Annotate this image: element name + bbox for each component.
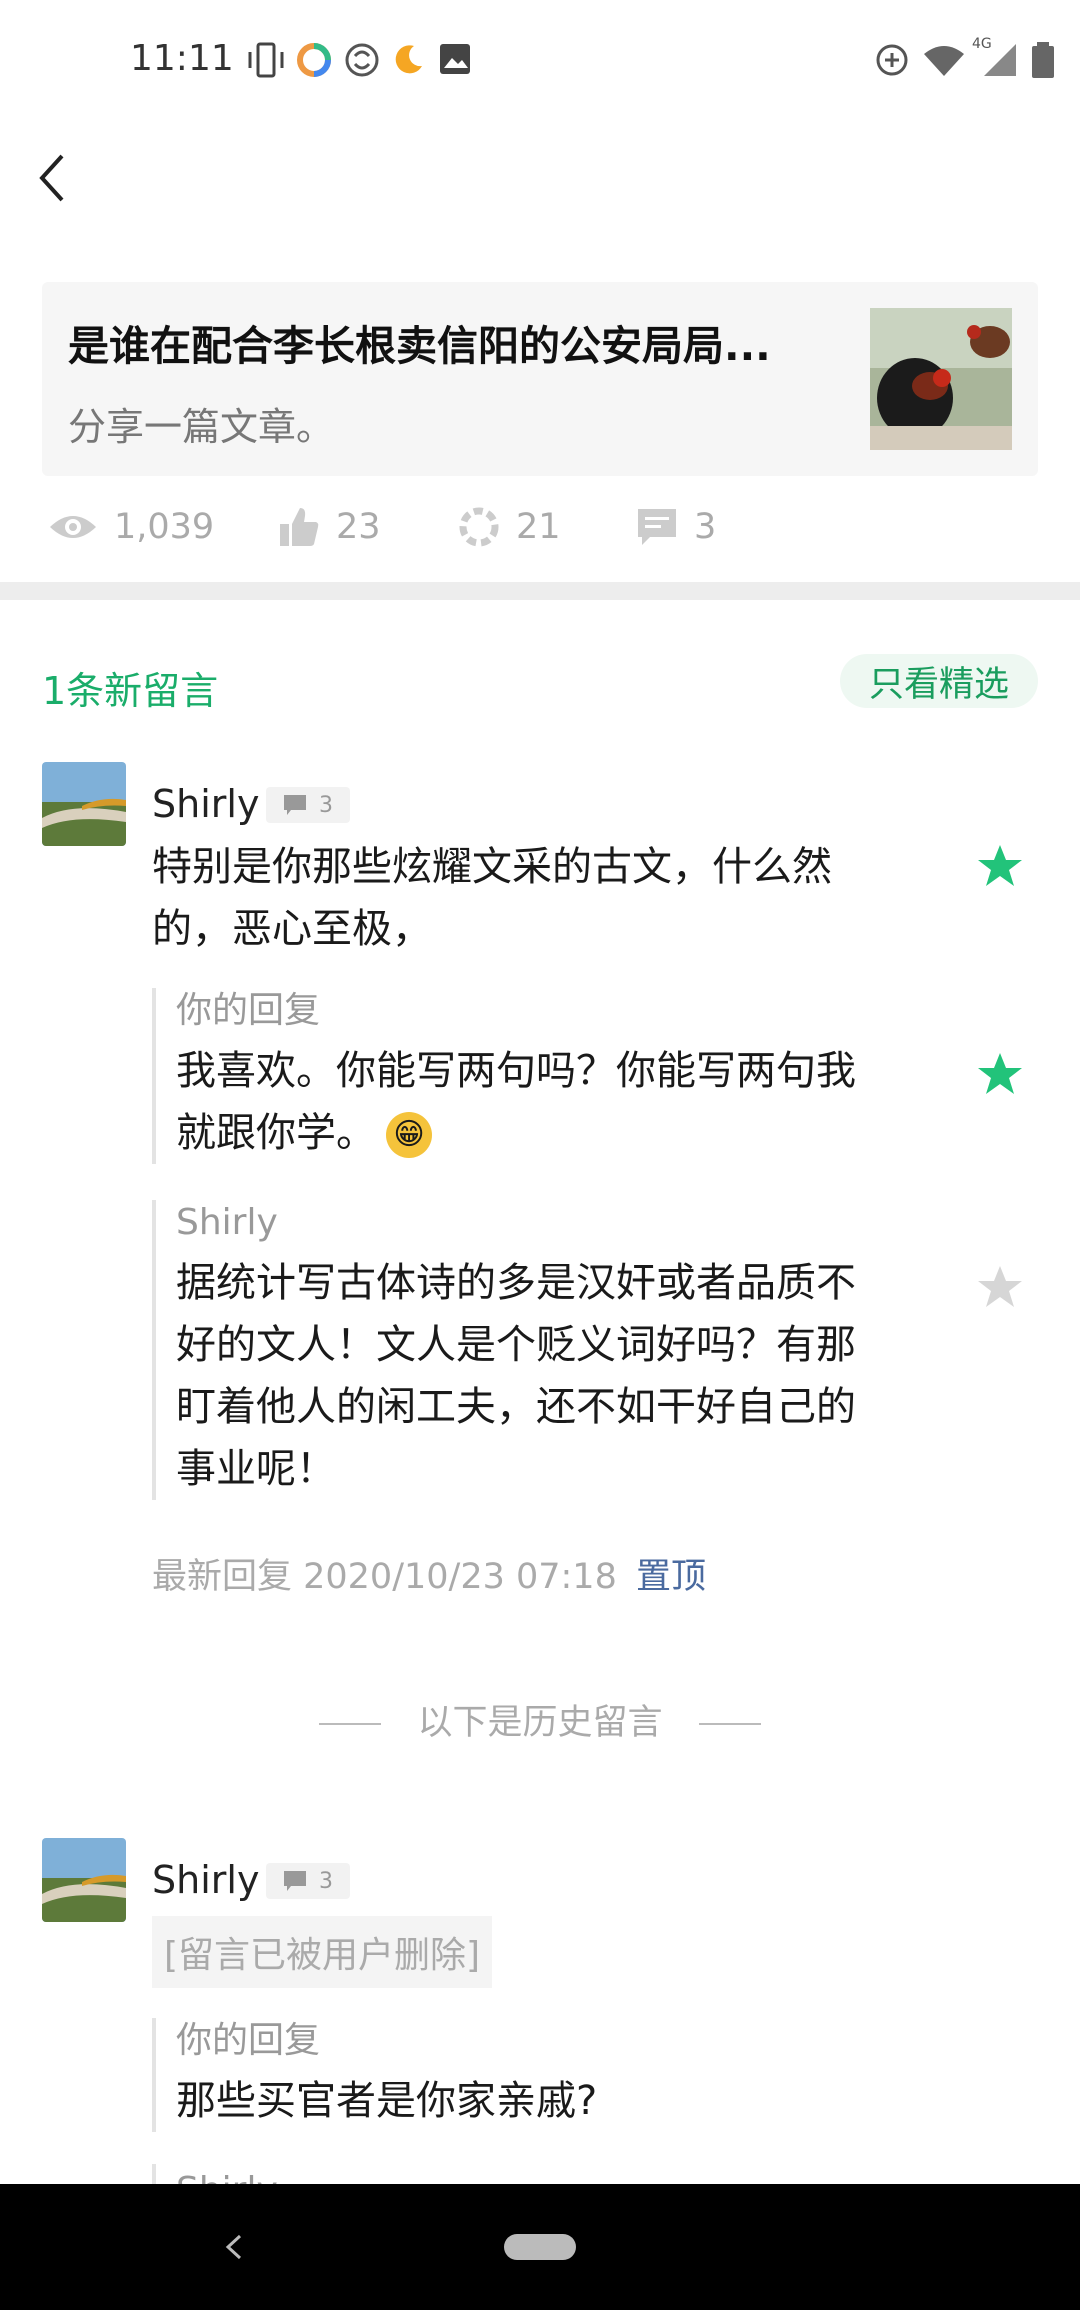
comment-icon bbox=[284, 795, 306, 815]
wifi-icon bbox=[924, 46, 964, 76]
night-mode-icon bbox=[395, 45, 422, 74]
reply-author: 你的回复 bbox=[176, 990, 321, 1031]
comment-icon bbox=[638, 509, 676, 545]
comment-username[interactable]: Shirly bbox=[152, 1858, 259, 1902]
reply-text-line: 据统计写古体诗的多是汉奸或者品质不 bbox=[176, 1260, 856, 1306]
likes-stat[interactable]: 23 bbox=[278, 502, 381, 552]
reply-text-line: 好的文人！文人是个贬义词好吗？有那 bbox=[176, 1322, 856, 1368]
author-reply: 你的回复 我喜欢。你能写两句吗？你能写两句我 就跟你学。 😁 bbox=[152, 988, 936, 1164]
featured-star-icon[interactable] bbox=[977, 1051, 1023, 1097]
article-thumbnail bbox=[870, 308, 1012, 450]
reply-count: 3 bbox=[319, 792, 333, 818]
reply-text: 据统计写古体诗的多是汉奸或者品质不 好的文人！文人是个贬义词好吗？有那 盯着他人… bbox=[176, 1252, 936, 1500]
signal-icon bbox=[984, 44, 1016, 76]
comment-username[interactable]: Shirly bbox=[152, 782, 259, 826]
reply-author: Shirly bbox=[176, 1202, 278, 1243]
reply-count-badge: 3 bbox=[266, 1863, 350, 1899]
featured-star-icon[interactable] bbox=[977, 843, 1023, 889]
likes-count: 23 bbox=[336, 507, 381, 547]
pin-to-top-button[interactable]: 置顶 bbox=[636, 1548, 706, 1599]
reply-count-badge: 3 bbox=[266, 787, 350, 823]
history-label: 以下是历史留言 bbox=[417, 1703, 663, 1743]
author-reply: 你的回复 那些买官者是你家亲戚? bbox=[152, 2018, 936, 2132]
user-reply: Shirly bbox=[152, 2164, 936, 2186]
reply-text-line: 就跟你学。 😁 bbox=[176, 1102, 936, 1164]
app-colorful-icon bbox=[297, 43, 331, 77]
new-comments-label: 1条新留言 bbox=[42, 669, 219, 713]
comments-stat[interactable]: 3 bbox=[636, 502, 716, 552]
history-divider: 以下是历史留言 bbox=[0, 1694, 1080, 1745]
data-saver-icon bbox=[876, 44, 908, 76]
reply-text-line: 事业呢！ bbox=[176, 1446, 336, 1492]
shares-stat[interactable]: 21 bbox=[458, 502, 561, 552]
section-divider bbox=[0, 582, 1080, 600]
article-subtitle: 分享一篇文章。 bbox=[68, 405, 335, 449]
back-arrow-icon[interactable] bbox=[30, 148, 80, 208]
avatar[interactable] bbox=[42, 762, 126, 846]
eye-icon bbox=[50, 516, 96, 538]
article-title[interactable]: 是谁在配合李长根卖信阳的公安局局... bbox=[68, 312, 848, 372]
comment-icon bbox=[284, 1871, 306, 1891]
reply-count: 3 bbox=[319, 1868, 333, 1894]
reply-text: 我喜欢。你能写两句吗？你能写两句我 就跟你学。 😁 bbox=[176, 1040, 936, 1164]
comment-text-line: 的，恶心至极， bbox=[152, 906, 432, 952]
featured-star-icon[interactable] bbox=[977, 1264, 1023, 1310]
reply-text-line: 我喜欢。你能写两句吗？你能写两句我 bbox=[176, 1048, 856, 1094]
divider-line bbox=[698, 1723, 761, 1725]
views-count: 1,039 bbox=[114, 507, 215, 547]
battery-icon bbox=[1032, 42, 1054, 78]
nav-home-pill[interactable] bbox=[504, 2234, 576, 2260]
nav-back-icon[interactable] bbox=[220, 2232, 250, 2262]
user-reply: Shirly 据统计写古体诗的多是汉奸或者品质不 好的文人！文人是个贬义词好吗？… bbox=[152, 1200, 936, 1500]
image-icon bbox=[440, 44, 470, 74]
featured-only-button[interactable]: 只看精选 bbox=[840, 654, 1038, 708]
divider-line bbox=[319, 1723, 382, 1725]
grin-emoji-icon: 😁 bbox=[386, 1112, 432, 1158]
comment-text-line: 特别是你那些炫耀文采的古文，什么然 bbox=[152, 844, 832, 890]
avatar[interactable] bbox=[42, 1838, 126, 1922]
vibrate-icon bbox=[248, 42, 284, 78]
deleted-comment-notice: [留言已被用户删除] bbox=[152, 1916, 493, 1988]
status-time: 11:11 bbox=[130, 38, 234, 79]
comments-count: 3 bbox=[694, 507, 717, 547]
reply-text-line: 盯着他人的闲工夫，还不如干好自己的 bbox=[176, 1384, 856, 1430]
thumbs-up-icon bbox=[280, 508, 319, 546]
views-stat: 1,039 bbox=[48, 502, 214, 552]
comment-text: 特别是你那些炫耀文采的古文，什么然 的，恶心至极， bbox=[152, 836, 912, 960]
reply-text: 那些买官者是你家亲戚? bbox=[176, 2078, 598, 2124]
shares-count: 21 bbox=[516, 507, 561, 547]
sync-icon bbox=[345, 43, 379, 77]
latest-reply-time: 最新回复 2020/10/23 07:18 bbox=[152, 1557, 617, 1597]
reply-author: 你的回复 bbox=[176, 2020, 321, 2061]
share-icon bbox=[459, 507, 499, 547]
